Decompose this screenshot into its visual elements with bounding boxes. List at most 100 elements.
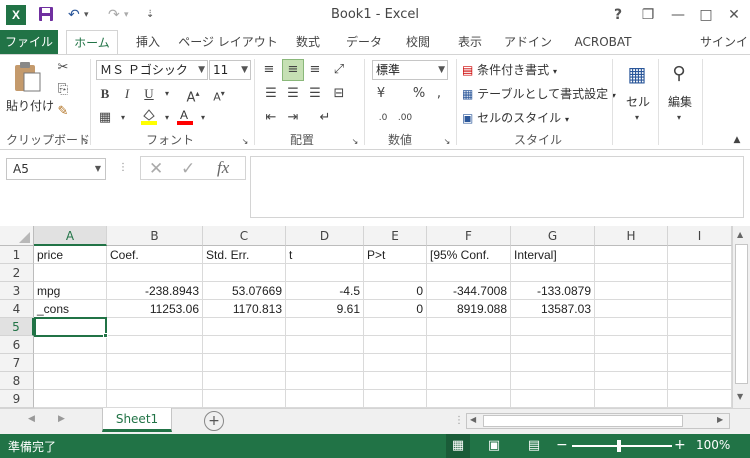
row-header-2[interactable]: 2 [0,264,34,282]
cell-e5[interactable] [364,318,427,336]
cell-g4[interactable]: 13587.03 [511,300,595,318]
cell-g8[interactable] [511,372,595,390]
ribbon-display-button[interactable]: ❐ [634,4,662,26]
cell-h9[interactable] [595,390,668,408]
paste-button[interactable]: 貼り付け [6,97,54,114]
binoculars-icon[interactable]: ⚲ [666,61,692,87]
cell-d5[interactable] [286,318,364,336]
align-top-icon[interactable]: ≡ [260,61,278,79]
cell-d4[interactable]: 9.61 [286,300,364,318]
wrap-text-icon[interactable]: ↵ [316,109,334,127]
cell-a3[interactable]: mpg [34,282,107,300]
font-shrink-icon[interactable]: A▾ [210,85,228,104]
cell-b5[interactable] [107,318,203,336]
cell-e4[interactable]: 0 [364,300,427,318]
cell-f7[interactable] [427,354,511,372]
font-color-dropdown-icon[interactable]: ▾ [194,109,212,127]
cell-g3[interactable]: -133.0879 [511,282,595,300]
cell-d8[interactable] [286,372,364,390]
font-size-combo[interactable]: 11 ▼ [209,60,251,80]
cell-f6[interactable] [427,336,511,354]
collapse-ribbon-icon[interactable]: ▲ [728,131,746,149]
cell-d2[interactable] [286,264,364,282]
tab-formulas[interactable]: 数式 [286,30,330,54]
new-sheet-icon[interactable]: + [204,411,224,431]
conditional-format-button[interactable]: ▤ 条件付き書式 ▾ [462,61,557,78]
paste-icon[interactable] [12,61,42,93]
underline-button[interactable]: U [140,85,158,103]
cell-g6[interactable] [511,336,595,354]
enter-icon[interactable]: ✓ [181,159,195,179]
font-grow-icon[interactable]: A▴ [184,85,202,105]
cell-e9[interactable] [364,390,427,408]
cell-i8[interactable] [668,372,732,390]
cell-h8[interactable] [595,372,668,390]
cell-e8[interactable] [364,372,427,390]
column-header-f[interactable]: F [427,226,511,246]
cell-b1[interactable]: Coef. [107,246,203,264]
help-button[interactable]: ? [604,4,632,26]
vertical-scrollbar[interactable]: ▲ ▼ [732,226,750,408]
insert-function-icon[interactable]: fx [217,158,229,178]
column-header-g[interactable]: G [511,226,595,246]
fill-color-dropdown-icon[interactable]: ▾ [158,109,176,127]
align-center-icon[interactable]: ☰ [284,85,302,103]
tab-page-layout[interactable]: ページ レイアウト [178,30,278,54]
font-launcher-icon[interactable]: ↘ [236,133,254,151]
cell-i3[interactable] [668,282,732,300]
cell-a9[interactable] [34,390,107,408]
column-header-d[interactable]: D [286,226,364,246]
tab-addins[interactable]: アドイン [502,30,554,54]
cell-d7[interactable] [286,354,364,372]
column-header-b[interactable]: B [107,226,203,246]
scroll-up-icon[interactable]: ▲ [737,230,743,239]
scroll-left-icon[interactable]: ◀ [470,415,476,424]
cell-f9[interactable] [427,390,511,408]
cell-b8[interactable] [107,372,203,390]
column-header-i[interactable]: I [668,226,732,246]
tab-home[interactable]: ホーム [66,30,118,54]
cell-f2[interactable] [427,264,511,282]
format-as-table-button[interactable]: ▦ テーブルとして書式設定 ▾ [462,85,616,102]
cell-f5[interactable] [427,318,511,336]
cell-f1[interactable]: [95% Conf. [427,246,511,264]
cell-c3[interactable]: 53.07669 [203,282,286,300]
cell-h1[interactable] [595,246,668,264]
underline-dropdown-icon[interactable]: ▾ [158,85,176,103]
cell-h6[interactable] [595,336,668,354]
cell-c8[interactable] [203,372,286,390]
cell-f3[interactable]: -344.7008 [427,282,511,300]
tab-split-grip-icon[interactable]: ⋮ [454,415,464,426]
cell-g9[interactable] [511,390,595,408]
cell-f4[interactable]: 8919.088 [427,300,511,318]
tab-insert[interactable]: 挿入 [128,30,168,54]
next-sheet-icon[interactable]: ▶ [58,414,65,424]
row-header-5[interactable]: 5 [0,318,34,336]
cell-h7[interactable] [595,354,668,372]
scroll-down-icon[interactable]: ▼ [737,392,743,401]
horizontal-scroll-thumb[interactable] [483,415,683,427]
vertical-scroll-thumb[interactable] [735,244,748,384]
number-launcher-icon[interactable]: ↘ [438,133,456,151]
select-all-button[interactable] [0,226,34,246]
percent-style-icon[interactable]: % [410,85,428,103]
row-header-4[interactable]: 4 [0,300,34,318]
decrease-decimal-icon[interactable]: .00 [396,109,414,127]
cell-h5[interactable] [595,318,668,336]
cell-b3[interactable]: -238.8943 [107,282,203,300]
italic-button[interactable]: I [118,85,136,103]
page-layout-view-icon[interactable]: ▣ [482,434,506,458]
cell-c9[interactable] [203,390,286,408]
editing-button[interactable]: 編集 [668,93,692,110]
cell-d9[interactable] [286,390,364,408]
tab-review[interactable]: 校閲 [398,30,438,54]
row-header-9[interactable]: 9 [0,390,34,408]
cell-e6[interactable] [364,336,427,354]
column-header-c[interactable]: C [203,226,286,246]
row-header-7[interactable]: 7 [0,354,34,372]
cell-d1[interactable]: t [286,246,364,264]
row-header-1[interactable]: 1 [0,246,34,264]
name-box[interactable]: A5 ▼ [6,158,106,180]
cell-e2[interactable] [364,264,427,282]
merge-center-icon[interactable]: ⊟ [330,85,348,103]
